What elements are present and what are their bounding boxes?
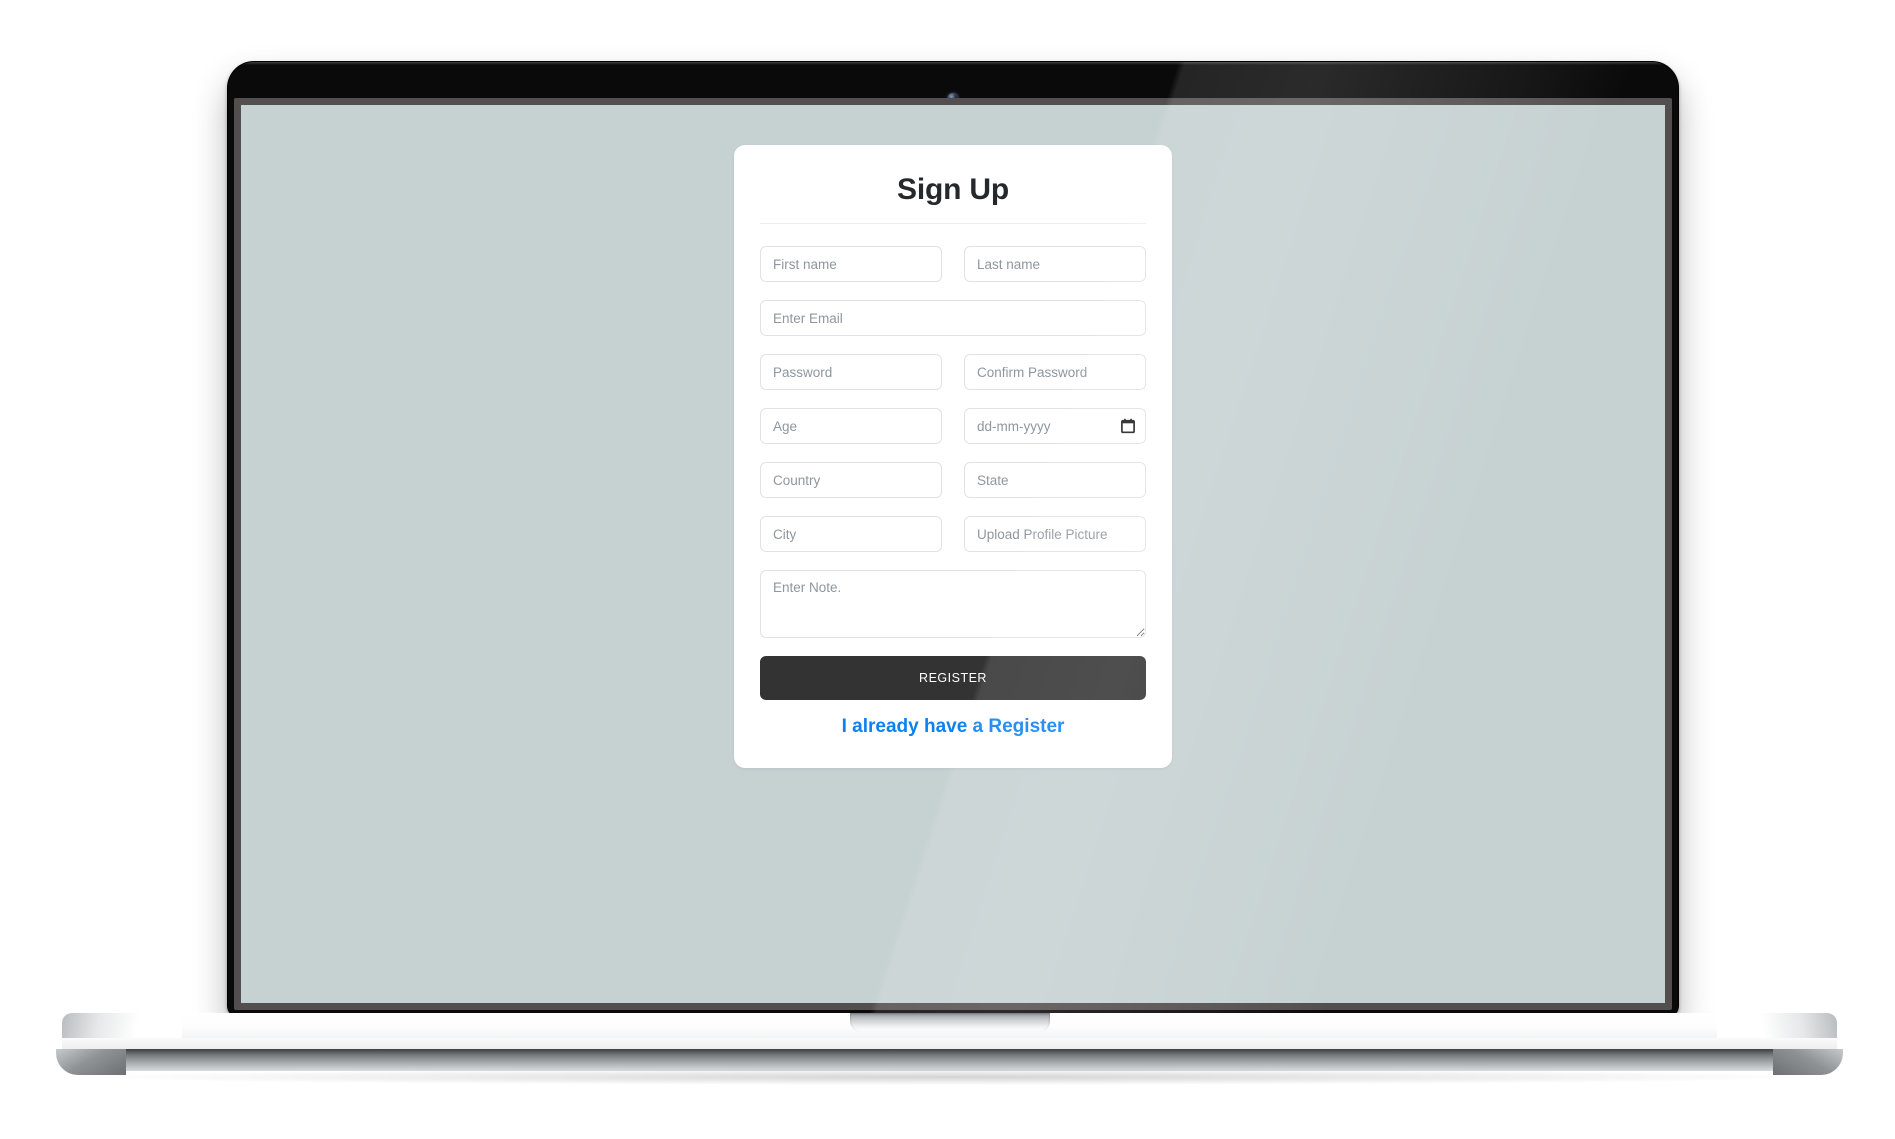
register-button[interactable]: REGISTER — [760, 656, 1146, 700]
field-state — [964, 462, 1146, 498]
field-password — [760, 354, 942, 390]
base-hinge-notch — [849, 1013, 1050, 1032]
city-input[interactable] — [760, 516, 942, 552]
base-bottom-edge — [62, 1049, 1837, 1071]
base-drop-shadow — [92, 1069, 1807, 1085]
date-of-birth-input[interactable] — [964, 408, 1146, 444]
screen: Sign Up First name Last name Enter Email… — [241, 105, 1665, 1003]
field-note — [760, 570, 1146, 638]
country-input[interactable] — [760, 462, 942, 498]
page-title: Sign Up — [897, 173, 1009, 206]
already-registered-link[interactable]: I already have a Register — [760, 716, 1146, 738]
screen-frame: Sign Up First name Last name Enter Email… — [234, 98, 1672, 1010]
lid-top-highlight — [228, 62, 1678, 65]
form-row-password — [760, 354, 1146, 390]
first-name-input[interactable] — [760, 246, 942, 282]
screenshot-stage: Sign Up First name Last name Enter Email… — [0, 0, 1895, 1139]
email-input[interactable] — [760, 300, 1146, 336]
state-input[interactable] — [964, 462, 1146, 498]
form-row-note — [760, 570, 1146, 638]
page-body: Sign Up First name Last name Enter Email… — [241, 105, 1665, 1003]
field-confirm-password — [964, 354, 1146, 390]
signup-card: Sign Up First name Last name Enter Email… — [734, 145, 1172, 768]
form-row-email — [760, 300, 1146, 336]
field-city — [760, 516, 942, 552]
form-row-city-picture — [760, 516, 1146, 552]
password-input[interactable] — [760, 354, 942, 390]
field-age — [760, 408, 942, 444]
confirm-password-input[interactable] — [964, 354, 1146, 390]
note-textarea[interactable] — [760, 570, 1146, 638]
last-name-input[interactable] — [964, 246, 1146, 282]
field-last-name — [964, 246, 1146, 282]
form-row-country-state — [760, 462, 1146, 498]
profile-picture-input[interactable] — [964, 516, 1146, 552]
field-date-of-birth — [964, 408, 1146, 444]
form-row-age-dob — [760, 408, 1146, 444]
field-country — [760, 462, 942, 498]
title-divider — [760, 223, 1146, 224]
laptop-lid: Sign Up First name Last name Enter Email… — [228, 62, 1678, 1016]
age-input[interactable] — [760, 408, 942, 444]
laptop-base — [56, 1013, 1843, 1085]
form-row-name — [760, 246, 1146, 282]
laptop-mockup: Sign Up First name Last name Enter Email… — [0, 0, 1895, 1139]
field-profile-picture — [964, 516, 1146, 552]
field-first-name — [760, 246, 942, 282]
field-email — [760, 300, 1146, 336]
